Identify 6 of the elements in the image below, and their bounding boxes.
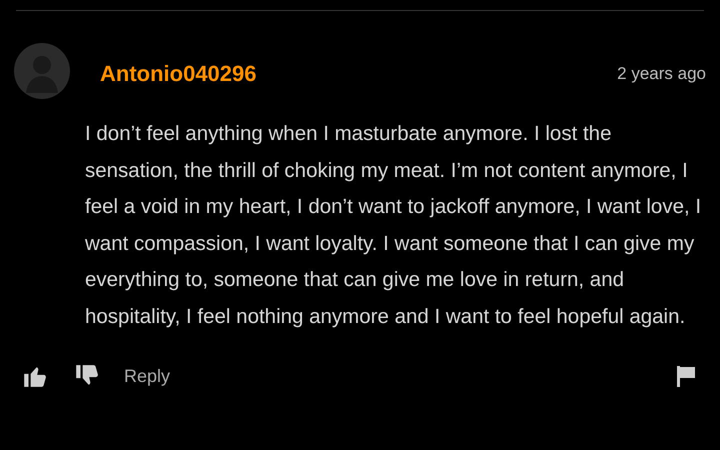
comment-text: I don’t feel anything when I masturbate anymore. I lost the sensation, the thrill of choking my meat. I’m not content anymore, I feel a void in my heart, I don’t want to jackoff anymore, I want love, I want compassion, I want loyalty. I want someone that I can give my everything to, someone that can give me love in return, and hospitality, I feel nothing anymore and I want to feel hopeful again. [85, 121, 702, 330]
timestamp: 2 years ago [617, 64, 706, 84]
flag-icon[interactable] [674, 364, 698, 388]
reply-button[interactable]: Reply [124, 366, 170, 386]
username[interactable]: Antonio040296 [100, 61, 256, 87]
avatar-icon [14, 43, 70, 99]
